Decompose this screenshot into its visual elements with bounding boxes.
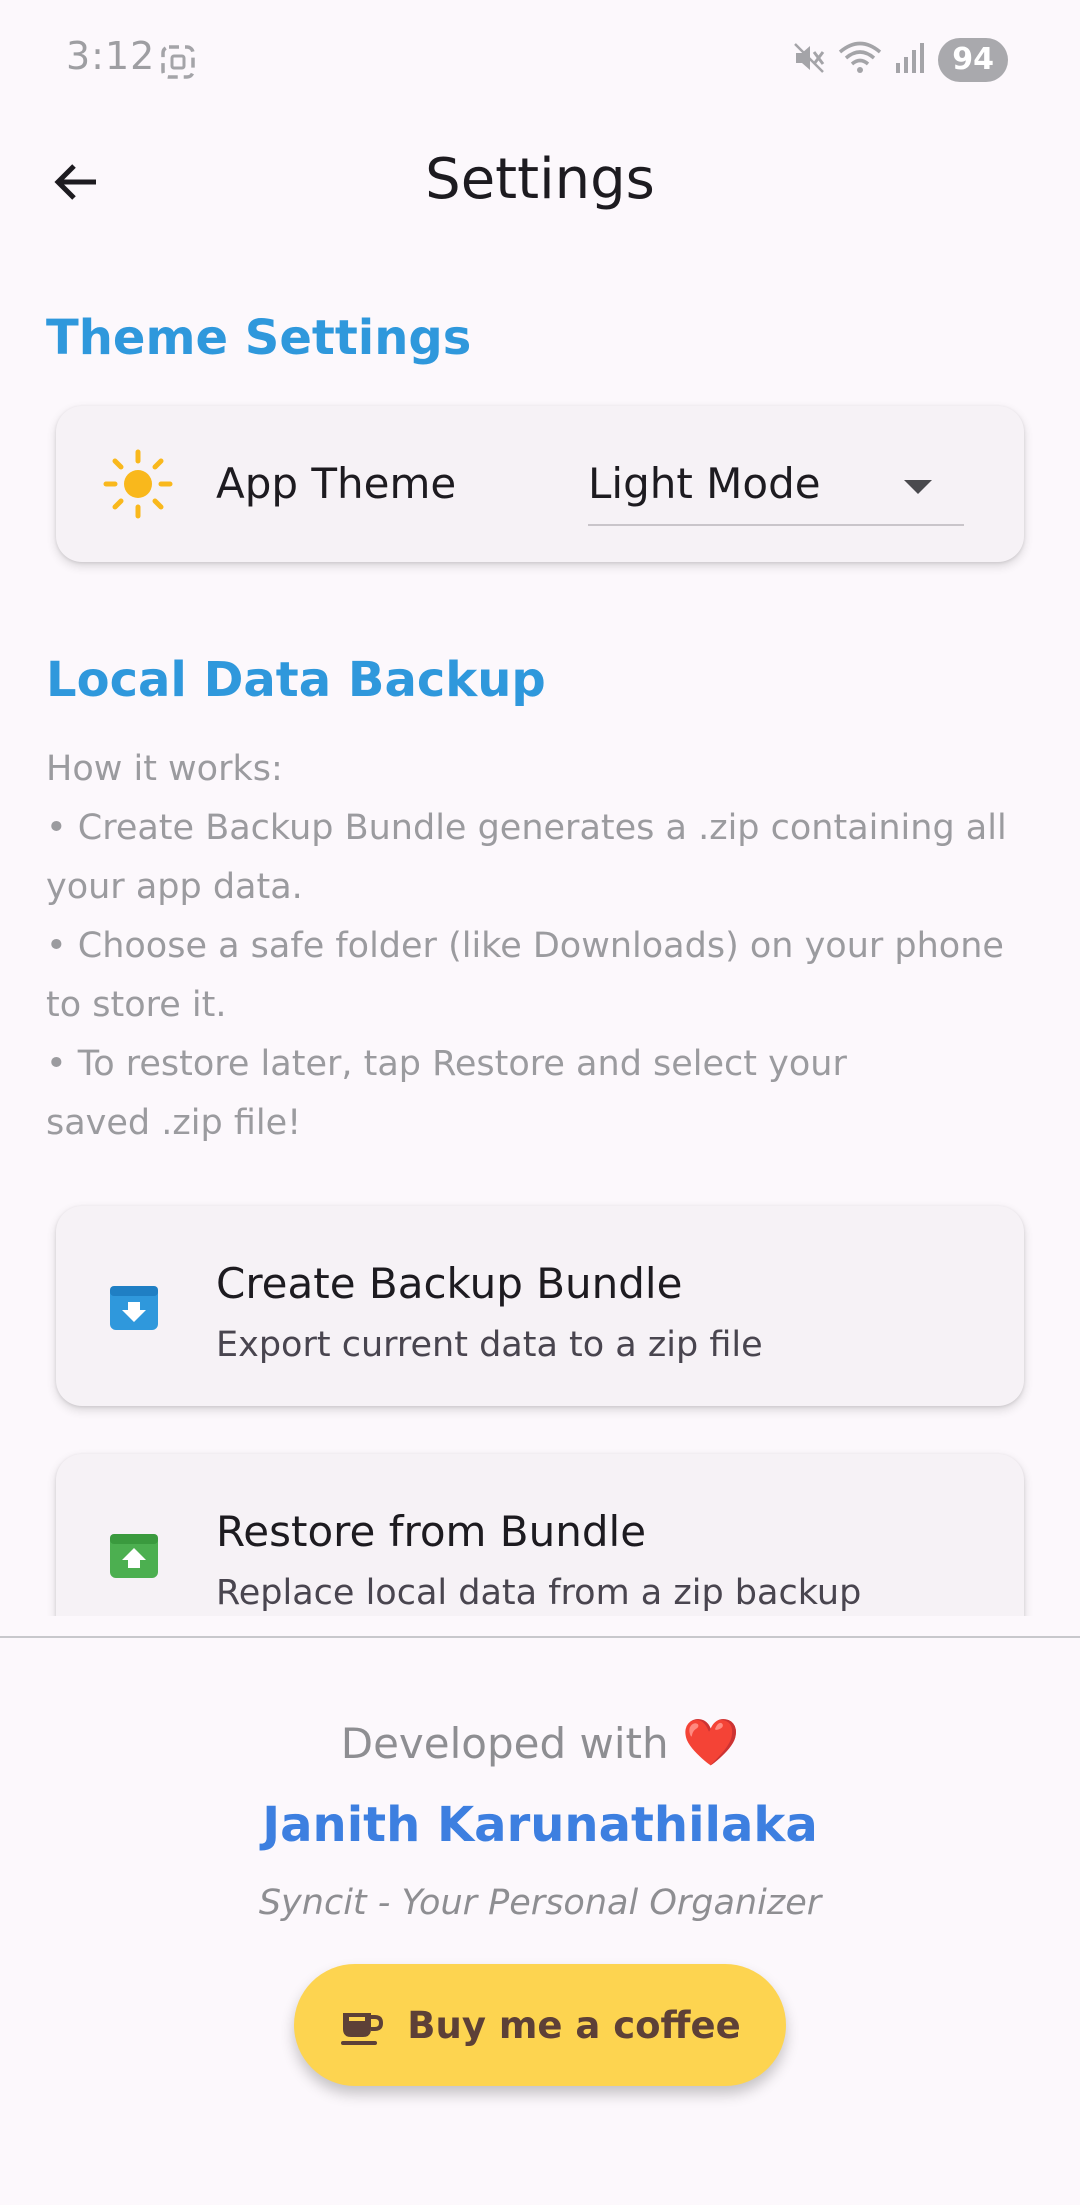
screenshot-icon bbox=[160, 44, 196, 80]
info-line: your app data. bbox=[46, 867, 303, 907]
sun-icon bbox=[102, 448, 174, 520]
info-line: • Create Backup Bundle generates a .zip … bbox=[46, 808, 1007, 848]
local-data-backup-heading: Local Data Backup bbox=[46, 652, 546, 708]
app-tagline: Syncit - Your Personal Organizer bbox=[258, 1883, 822, 1923]
archive-upload-icon bbox=[108, 1530, 160, 1582]
backup-instructions: How it works: • Create Backup Bundle gen… bbox=[46, 740, 1026, 1153]
app-bar: Settings bbox=[0, 120, 1080, 240]
info-line: How it works: bbox=[46, 749, 283, 789]
theme-dropdown-value: Light Mode bbox=[588, 459, 821, 508]
create-backup-subtitle: Export current data to a zip file bbox=[216, 1325, 763, 1365]
status-icons: 94 bbox=[792, 38, 1008, 82]
info-line: saved .zip file! bbox=[46, 1103, 302, 1143]
status-time: 3:12 bbox=[66, 34, 156, 78]
developed-with-label: Developed with bbox=[340, 1719, 669, 1768]
mute-icon bbox=[792, 41, 826, 79]
footer: Developed with ❤️ Janith Karunathilaka S… bbox=[0, 1636, 1080, 2205]
restore-bundle-title: Restore from Bundle bbox=[216, 1507, 647, 1556]
coffee-cup-icon bbox=[339, 2003, 384, 2047]
buy-coffee-button[interactable]: Buy me a coffee bbox=[294, 1964, 786, 2086]
buy-coffee-label: Buy me a coffee bbox=[407, 2003, 741, 2047]
scroll-clip bbox=[0, 1616, 1080, 1636]
theme-dropdown[interactable]: Light Mode bbox=[580, 442, 1012, 526]
info-line: • To restore later, tap Restore and sele… bbox=[46, 1044, 847, 1084]
status-bar: 3:12 94 bbox=[0, 0, 1080, 120]
heart-icon: ❤️ bbox=[681, 1715, 740, 1769]
info-line: to store it. bbox=[46, 985, 227, 1025]
dropdown-underline bbox=[588, 524, 964, 526]
info-line: • Choose a safe folder (like Downloads) … bbox=[46, 926, 1004, 966]
archive-download-icon bbox=[108, 1282, 160, 1334]
create-backup-title: Create Backup Bundle bbox=[216, 1259, 683, 1308]
create-backup-card[interactable]: Create Backup Bundle Export current data… bbox=[56, 1206, 1024, 1406]
wifi-icon bbox=[838, 41, 882, 79]
developed-with-text: Developed with ❤️ bbox=[0, 1712, 1080, 1774]
page-title: Settings bbox=[425, 147, 655, 212]
battery-indicator: 94 bbox=[938, 38, 1008, 82]
restore-bundle-subtitle: Replace local data from a zip backup bbox=[216, 1573, 862, 1613]
caret-down-icon bbox=[904, 480, 932, 494]
theme-settings-heading: Theme Settings bbox=[46, 310, 472, 366]
app-theme-label: App Theme bbox=[216, 459, 457, 508]
author-name: Janith Karunathilaka bbox=[262, 1797, 818, 1853]
signal-icon bbox=[894, 41, 926, 79]
app-theme-card: App Theme Light Mode bbox=[56, 406, 1024, 562]
